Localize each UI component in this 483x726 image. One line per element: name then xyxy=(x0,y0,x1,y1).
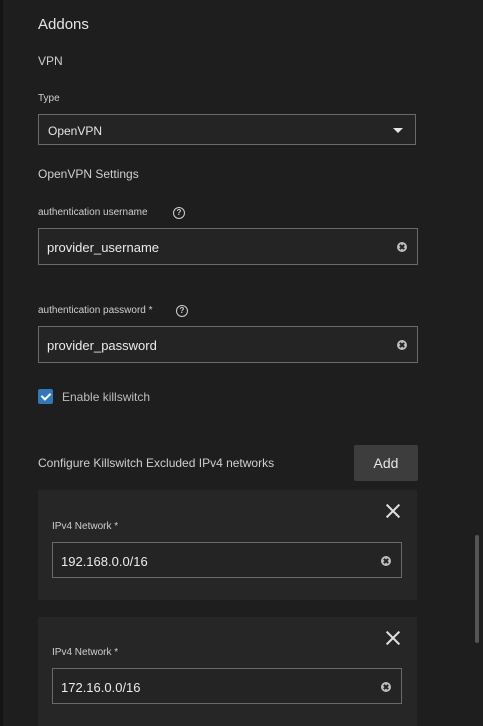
killswitch-label[interactable]: Enable killswitch xyxy=(62,390,150,404)
type-select-value: OpenVPN xyxy=(48,124,103,138)
clear-icon[interactable] xyxy=(381,556,391,566)
network-label: IPv4 Network * xyxy=(52,647,119,658)
network-input[interactable]: 172.16.0.0/16 xyxy=(52,668,402,704)
close-icon[interactable] xyxy=(385,630,401,646)
section-title: Addons xyxy=(38,16,89,33)
clear-icon[interactable] xyxy=(397,340,407,350)
network-input[interactable]: 192.168.0.0/16 xyxy=(52,542,402,578)
type-label: Type xyxy=(38,93,60,104)
password-label: authentication password * xyxy=(38,305,153,316)
vpn-label: VPN xyxy=(38,54,63,68)
password-input-value: provider_password xyxy=(47,338,157,353)
username-input[interactable]: provider_username xyxy=(38,228,418,265)
network-input-value: 192.168.0.0/16 xyxy=(61,554,148,569)
excluded-networks-label: Configure Killswitch Excluded IPv4 netwo… xyxy=(38,456,275,470)
openvpn-settings-label: OpenVPN Settings xyxy=(38,167,139,181)
scrollbar-thumb[interactable] xyxy=(475,535,479,643)
clear-icon[interactable] xyxy=(381,682,391,692)
password-input[interactable]: provider_password xyxy=(38,326,418,363)
chevron-down-icon xyxy=(393,128,403,133)
username-input-value: provider_username xyxy=(47,240,160,255)
network-card: IPv4 Network * 172.16.0.0/16 xyxy=(38,617,417,726)
network-input-value: 172.16.0.0/16 xyxy=(61,680,141,695)
left-frame-edge xyxy=(0,0,3,726)
killswitch-checkbox[interactable] xyxy=(38,389,53,404)
help-icon[interactable]: ? xyxy=(173,207,185,219)
network-label: IPv4 Network * xyxy=(52,521,119,532)
username-label: authentication username xyxy=(38,207,148,218)
network-card: IPv4 Network * 192.168.0.0/16 xyxy=(38,490,417,600)
type-select[interactable]: OpenVPN xyxy=(38,114,416,145)
close-icon[interactable] xyxy=(385,503,401,519)
clear-icon[interactable] xyxy=(397,242,407,252)
help-icon[interactable]: ? xyxy=(176,305,188,317)
add-network-button[interactable]: Add xyxy=(354,445,418,481)
